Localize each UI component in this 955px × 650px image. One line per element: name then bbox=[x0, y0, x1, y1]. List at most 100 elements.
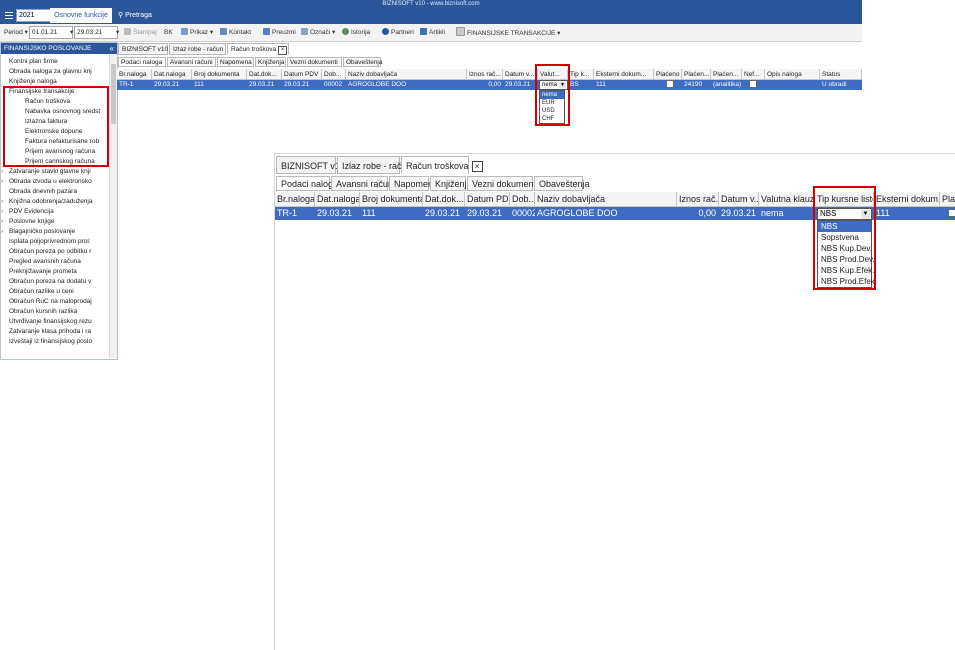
tab-pretraga[interactable]: ⚲ Pretraga bbox=[118, 10, 152, 22]
nav-subitem[interactable]: Nabavka osnovnog sredst bbox=[25, 107, 115, 117]
istorija-button[interactable]: Istorija bbox=[342, 27, 370, 38]
zoom-grid-column-header[interactable]: Datum v... bbox=[719, 192, 759, 207]
zoom-grid-column-header[interactable]: Dat.dok... bbox=[423, 192, 465, 207]
tree-toggle-icon[interactable]: › bbox=[1, 207, 9, 217]
tip-kursne-option[interactable]: NBS Prod.Efek. bbox=[818, 276, 877, 287]
grid-cell-dat[interactable]: 29.03.21 bbox=[152, 80, 192, 90]
doc-tab-0[interactable]: BIZNISOFT v10 bbox=[118, 43, 168, 55]
valuta-option[interactable]: USD bbox=[540, 107, 564, 115]
nav-item[interactable]: › Obrada izvoda u elektronsko bbox=[1, 177, 115, 187]
grid-cell-br[interactable]: TR-1 bbox=[117, 80, 152, 90]
nav-item[interactable]: Utvrđivanje finansijskog rezu bbox=[1, 317, 115, 327]
tree-toggle-icon[interactable]: › bbox=[1, 177, 9, 187]
chevron-down-icon[interactable]: ▼ bbox=[861, 210, 870, 219]
zoom-subtab-0[interactable]: Podaci naloga bbox=[276, 176, 338, 191]
artikli-button[interactable]: Artikli bbox=[420, 27, 445, 38]
grid-column-header[interactable]: Plaćeno bbox=[654, 69, 682, 80]
date-to-field[interactable]: 29.03.21 bbox=[74, 26, 118, 39]
tree-toggle-icon[interactable]: › bbox=[1, 217, 9, 227]
grid-cell-status[interactable]: U obradi bbox=[820, 80, 862, 90]
zoom-grid-column-header[interactable]: Broj dokumenta bbox=[360, 192, 423, 207]
grid-cell-tip[interactable]: BS bbox=[568, 80, 594, 90]
zoom-doc-tab-1[interactable]: Izlaz robe - račun bbox=[337, 156, 412, 174]
zoom-grid-column-header[interactable]: Tip kursne liste bbox=[815, 192, 874, 207]
prikaz-button[interactable]: Prikaz ▾ bbox=[181, 27, 213, 38]
valuta-dropdown[interactable]: nema ▼ bbox=[539, 80, 568, 90]
nav-item[interactable]: Obračun razlike u ceni bbox=[1, 287, 115, 297]
nav-item[interactable]: Obračun poreza na dodatu v bbox=[1, 277, 115, 287]
zoom-grid-column-header[interactable]: Plać bbox=[940, 192, 955, 207]
oznaci-button[interactable]: Označi ▾ bbox=[301, 27, 335, 38]
zoom-subtab-2[interactable]: Napomena bbox=[389, 176, 438, 191]
grid-cell-datdok[interactable]: 29.03.21 bbox=[247, 80, 282, 90]
zoom-grid-column-header[interactable]: Naziv dobavljača bbox=[535, 192, 677, 207]
grid-cell-datumv[interactable]: 29.03.21 bbox=[503, 80, 538, 90]
nav-subitem[interactable]: Račun troškova bbox=[25, 97, 115, 107]
tree-toggle-icon[interactable]: › bbox=[1, 227, 9, 237]
tab-osnovne-funkcije[interactable]: Osnovne funkcije bbox=[50, 8, 112, 23]
valuta-option[interactable]: CHF bbox=[540, 115, 564, 123]
zoom-grid-column-header[interactable]: Br.naloga bbox=[275, 192, 315, 207]
zoom-grid-cell-eksterni[interactable]: 111 bbox=[874, 207, 940, 220]
grid-column-header[interactable]: Plaćen... bbox=[682, 69, 711, 80]
grid-cell-placen1[interactable]: 24190 bbox=[682, 80, 711, 90]
close-tab-icon[interactable]: × bbox=[471, 161, 483, 172]
zoom-subtab-4[interactable]: Vezni dokumenti bbox=[467, 176, 538, 191]
nav-item[interactable]: › Zatvaranje stavki glavne knji bbox=[1, 167, 115, 177]
grid-column-header[interactable]: Dat.dok... bbox=[247, 69, 282, 80]
nav-item[interactable]: Isplata poljoprivrednom proi: bbox=[1, 237, 115, 247]
grid-column-header[interactable]: Opis naloga bbox=[765, 69, 820, 80]
nav-item-top[interactable]: Obrada naloga za glavnu knj bbox=[1, 67, 115, 77]
nav-scrollbar[interactable] bbox=[109, 54, 117, 358]
zoom-grid-cell-valuta[interactable]: nema bbox=[759, 207, 815, 220]
valuta-option[interactable]: nema bbox=[540, 91, 564, 99]
grid-column-header[interactable]: Iznos rač... bbox=[467, 69, 503, 80]
chevron-down-icon[interactable]: ▼ bbox=[559, 82, 566, 88]
date-from-field[interactable]: 01.01.21 bbox=[29, 26, 73, 39]
nav-subitem[interactable]: Faktura nefakturisane rob bbox=[25, 137, 115, 147]
kontakt-button[interactable]: Kontakt bbox=[220, 27, 251, 38]
grid-cell-broj[interactable]: 111 bbox=[192, 80, 247, 90]
zoom-grid-column-header[interactable]: Datum PDV bbox=[465, 192, 510, 207]
nav-item[interactable]: Obrada dnevnih pazara bbox=[1, 187, 115, 197]
nav-item[interactable]: Zatvaranje klasa prihoda i ra bbox=[1, 327, 115, 337]
valuta-option[interactable]: EUR bbox=[540, 99, 564, 107]
tree-toggle-icon[interactable]: › bbox=[1, 197, 9, 207]
tip-kursne-liste-options[interactable]: NBS Sopstvena NBS Kup.Dev. NBS Prod.Dev. NBS… bbox=[817, 220, 877, 288]
placeno-checkbox[interactable] bbox=[664, 80, 676, 90]
nav-group-finansijske-transakcije[interactable]: ⌄ Finansijske transakcije bbox=[1, 87, 115, 97]
nav-subitem[interactable]: Prijem avansnog računa bbox=[25, 147, 115, 157]
zoom-doc-tab-0[interactable]: BIZNISOFT v10 bbox=[276, 156, 345, 174]
zoom-grid-column-header[interactable]: Iznos rač... bbox=[677, 192, 719, 207]
zoom-grid-cell-iznos[interactable]: 0,00 bbox=[677, 207, 719, 220]
nav-item[interactable]: Obračun kursnih razlika bbox=[1, 307, 115, 317]
grid-column-header[interactable]: Tip k... bbox=[568, 69, 594, 80]
grid-column-header[interactable]: Nef... bbox=[742, 69, 765, 80]
grid-cell-iznos[interactable]: 0,00 bbox=[467, 80, 503, 90]
zoom-grid-cell-datdok[interactable]: 29.03.21 bbox=[423, 207, 465, 220]
tip-kursne-option[interactable]: NBS Prod.Dev. bbox=[818, 254, 875, 265]
bk-button[interactable]: BK bbox=[164, 27, 173, 38]
grid-column-header[interactable]: Naziv dobavljača bbox=[346, 69, 467, 80]
tip-kursne-option[interactable]: NBS Kup.Dev. bbox=[818, 243, 872, 254]
zoom-grid-cell-pdv[interactable]: 29.03.21 bbox=[465, 207, 510, 220]
doc-subtab-1[interactable]: Avansni računi bbox=[167, 57, 216, 67]
doc-subtab-2[interactable]: Napomena bbox=[217, 57, 254, 67]
nav-subitem[interactable]: Prijem carinskog računa bbox=[25, 157, 115, 167]
doc-subtab-4[interactable]: Vezni dokumenti bbox=[287, 57, 342, 67]
zoom-grid-cell-br[interactable]: TR-1 bbox=[275, 207, 315, 220]
tip-kursne-liste-dropdown[interactable]: NBS ▼ bbox=[817, 208, 872, 220]
nav-scrollbar-thumb[interactable] bbox=[111, 64, 116, 124]
finansijske-transakcije-button[interactable]: FINANSIJSKE TRANSAKCIJE ▾ bbox=[456, 27, 560, 38]
tip-kursne-option[interactable]: NBS bbox=[818, 221, 871, 232]
nav-item[interactable]: Pregled avansnih računa bbox=[1, 257, 115, 267]
grid-column-header[interactable]: Dat.naloga bbox=[152, 69, 192, 80]
zoom-grid-cell-dat[interactable]: 29.03.21 bbox=[315, 207, 360, 220]
grid-cell-eksterni[interactable]: 111 bbox=[594, 80, 654, 90]
zoom-subtab-5[interactable]: Obaveštenja bbox=[534, 176, 590, 191]
close-tab-icon[interactable]: × bbox=[278, 46, 288, 55]
grid-column-header[interactable]: Valut... bbox=[538, 69, 568, 80]
zoom-grid-column-header[interactable]: Eksterni dokum... bbox=[874, 192, 940, 207]
nav-item[interactable]: Preknjižavanje prometa bbox=[1, 267, 115, 277]
grid-cell-placen2[interactable]: (analitika) bbox=[711, 80, 742, 90]
